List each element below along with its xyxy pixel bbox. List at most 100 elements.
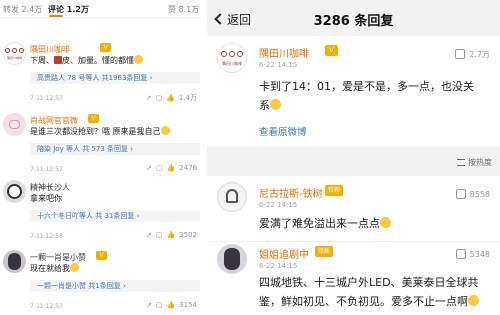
fan-badge: 铁粉 <box>325 185 343 196</box>
comment-time: 7-11 12:57 <box>30 166 63 173</box>
comment-item: 肖战网官官微 V 是谁三次都没抢到？哦 原来是我自己 陪染 Joy 等人 共 5… <box>0 113 201 179</box>
like-button[interactable]: 2.7万 <box>455 49 490 60</box>
commenter-name[interactable]: 一颗一肖是小赞 <box>30 252 86 263</box>
comment-icon[interactable]: ▢ <box>156 231 163 239</box>
comment-actions: ↗ ▢ 👍 1.4万 <box>142 93 197 103</box>
avatar-cartoon-icon <box>226 189 238 203</box>
share-icon[interactable]: ↗ <box>146 164 152 172</box>
comment-text: 现在就给我 <box>30 263 79 274</box>
like-button[interactable]: 5348 <box>455 249 490 259</box>
commenter-name[interactable]: 姐姐追剧中 <box>259 246 309 261</box>
commenter-name[interactable]: 尼古拉斯-铁树 <box>259 185 323 200</box>
like-button[interactable]: 8558 <box>455 189 490 199</box>
logo-label: 隅田川咖啡 <box>6 56 22 60</box>
comment-time: 6-22 14:15 <box>259 262 298 270</box>
comment-text: 四城地铁、十三城户外LED、美莱泰日全球共 <box>259 276 479 289</box>
share-icon[interactable]: ↗ <box>146 94 152 102</box>
avatar[interactable] <box>3 180 26 203</box>
comment-icon[interactable]: ▢ <box>156 164 163 172</box>
avatar[interactable]: 隅田川咖啡 <box>217 43 247 73</box>
replies-panel: 返回 3286 条回复 隅田川咖啡 隅田川咖啡 V 6-22 14:15 2.7… <box>207 0 500 315</box>
thumb-up-icon[interactable]: 👍 <box>166 164 175 172</box>
emoji-icon <box>160 126 170 135</box>
avatar-figure-icon <box>9 120 20 129</box>
divider <box>0 17 201 18</box>
comment-actions: ↗ ▢ 👍 3154 <box>142 301 197 309</box>
like-count: 2476 <box>179 164 197 172</box>
comment-text: 是谁三次都没抢到？哦 原来是我自己 <box>30 126 170 137</box>
reply-item: 姐姐追剧中 铁粉 6-22 14:15 5348 四城地铁、十三城户外LED、美… <box>207 242 500 315</box>
tab-reposts[interactable]: 转发 2.4万 <box>3 4 42 15</box>
reply-item: 尼古拉斯-铁树 铁粉 6-22 14:15 8558 爱满了难免溢出来一点点 <box>207 176 500 241</box>
view-original-link[interactable]: 查看原微博 <box>259 124 307 138</box>
comment-actions: ↗ ▢ 👍 3502 <box>142 231 197 239</box>
emoji-icon <box>468 295 479 306</box>
comment-time: 6-22 14:15 <box>259 201 298 209</box>
thumb-up-icon <box>455 189 466 199</box>
avatar[interactable] <box>3 250 26 273</box>
reply-summary[interactable]: 陪染 Joy 等人 共 573 条回复 › <box>30 143 200 155</box>
original-comment-card: 隅田川咖啡 隅田川咖啡 V 6-22 14:15 2.7万 卡到了14：01，爱… <box>207 36 500 146</box>
comments-panel: 转发 2.4万 评论 1.2万 赞 8.1万 隅田川咖啡 隅田川咖啡 V 下周、… <box>0 0 201 315</box>
emoji-icon <box>70 263 79 272</box>
share-icon[interactable]: ↗ <box>146 231 152 239</box>
emoji-icon <box>380 217 391 228</box>
comment-item: 精神长沙人 拿来吧你 十六个冬日吖等人 共 31条回复 › 7-11 12:58… <box>0 180 201 246</box>
comment-item: 隅田川咖啡 隅田川咖啡 V 下周、 皮、加量。懂的都懂 高贵路人 78 号等人 共… <box>0 42 201 108</box>
comment-text: 拿来吧你 <box>30 194 62 203</box>
avatar-animal-icon <box>7 184 22 199</box>
avatar-person-icon <box>224 248 240 270</box>
comment-text: 爱满了难免溢出来一点点 <box>259 214 391 233</box>
share-icon[interactable]: ↗ <box>146 301 152 309</box>
comment-tabs: 转发 2.4万 评论 1.2万 赞 8.1万 <box>0 0 201 17</box>
brand-logo-icon <box>4 48 25 53</box>
thumb-up-icon[interactable]: 👍 <box>166 231 175 239</box>
avatar-person-icon <box>8 253 21 270</box>
like-count: 3502 <box>179 231 197 239</box>
emoji-icon <box>270 99 281 110</box>
thumb-up-icon <box>455 249 466 259</box>
thumb-up-icon[interactable]: 👍 <box>166 301 175 309</box>
comment-time: 7-11 12:57 <box>30 95 63 102</box>
avatar[interactable] <box>217 182 247 212</box>
verified-badge-icon: V <box>96 251 107 260</box>
brand-logo-icon <box>218 51 246 57</box>
comment-text-line2: 系 <box>259 96 281 115</box>
commenter-name[interactable]: 隅田川咖啡 <box>259 45 309 60</box>
comment-text: 卡到了14：01，爱是不是，多一点，也没关 <box>259 80 474 93</box>
avatar[interactable]: 隅田川咖啡 <box>3 42 26 65</box>
verified-badge-icon: V <box>88 114 99 123</box>
page-title: 3286 条回复 <box>313 14 394 29</box>
thumb-up-icon[interactable]: 👍 <box>166 94 175 102</box>
reply-summary[interactable]: 高贵路人 78 号等人 共1963条回复 › <box>30 72 200 84</box>
verified-badge-icon: V <box>325 45 338 56</box>
fan-badge: 铁粉 <box>315 246 333 257</box>
comment-item: 一颗一肖是小赞 V 现在就给我 一颗一肖是小赞 共1条回复 › 7-11 12:… <box>0 250 201 315</box>
comment-icon[interactable]: ▢ <box>156 94 163 102</box>
comment-time: 7-11 12:58 <box>30 233 63 240</box>
sort-icon <box>457 159 465 166</box>
comment-time: 6-22 14:15 <box>259 61 298 69</box>
like-count: 1.4万 <box>178 94 197 102</box>
reply-summary[interactable]: 十六个冬日吖等人 共 31条回复 › <box>30 210 200 222</box>
reply-summary[interactable]: 一颗一肖是小赞 共1条回复 › <box>30 280 200 292</box>
replies-header: 返回 3286 条回复 <box>207 0 500 36</box>
comment-text-line2: 鉴，鲜如初见、不负初见。爱多不止一点啊 <box>259 292 479 311</box>
commenter-name[interactable]: 隅田川咖啡 <box>30 44 70 55</box>
comment-icon[interactable]: ▢ <box>156 301 163 309</box>
tab-likes[interactable]: 赞 8.1万 <box>168 4 199 15</box>
comment-time: 7-11 12:57 <box>30 303 63 310</box>
comment-actions: ↗ ▢ 👍 2476 <box>142 164 197 172</box>
logo-label: 隅田川咖啡 <box>222 61 242 66</box>
emoji-icon <box>134 55 143 64</box>
sort-button[interactable]: 按热度 <box>457 157 492 168</box>
comment-text: 下周、 皮、加量。懂的都懂 <box>30 55 143 66</box>
avatar[interactable] <box>3 113 26 136</box>
verified-badge-icon: V <box>100 43 111 52</box>
like-count: 3154 <box>179 301 197 309</box>
commenter-name[interactable]: 肖战网官官微 <box>30 115 78 126</box>
tab-comments[interactable]: 评论 1.2万 <box>48 4 89 15</box>
commenter-name[interactable]: 精神长沙人 <box>30 182 70 193</box>
avatar[interactable] <box>217 244 247 274</box>
thumb-up-icon <box>455 49 466 59</box>
